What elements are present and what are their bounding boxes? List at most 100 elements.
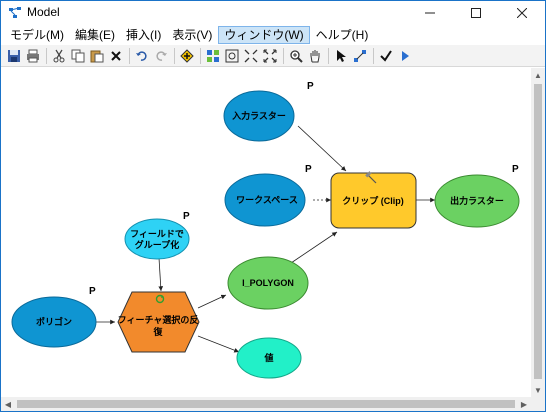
vertical-scrollbar[interactable]: ▲ ▼: [531, 68, 545, 397]
delete-icon: [111, 50, 121, 61]
node-input-raster[interactable]: 入力ラスター P: [223, 81, 314, 142]
node-input-raster-label: 入力ラスター: [231, 110, 286, 121]
minimize-icon: [425, 12, 435, 14]
node-polygon-label: ポリゴン: [36, 316, 72, 327]
copy-button[interactable]: [69, 47, 87, 65]
horizontal-scrollbar[interactable]: ◀ ▶: [1, 397, 531, 411]
select-button[interactable]: [332, 47, 350, 65]
model-window: Model モデル(M) 編集(E) 挿入(I) 表示(V) ウィンドウ(W) …: [0, 0, 546, 412]
select-icon: [337, 49, 346, 62]
node-polygon[interactable]: ポリゴン P: [11, 286, 97, 348]
full-extent-button[interactable]: [223, 47, 241, 65]
print-button[interactable]: [24, 47, 42, 65]
menu-insert[interactable]: 挿入(I): [121, 26, 166, 44]
validate-icon: [380, 49, 392, 62]
toolbar-separator: [373, 47, 374, 64]
menu-help[interactable]: ヘルプ(H): [311, 26, 374, 44]
cut-icon: [53, 49, 65, 62]
node-iterator-label-line2: 復: [152, 326, 163, 337]
connector-group-to-iterator: [158, 257, 164, 292]
paste-button[interactable]: [88, 47, 106, 65]
param-marker: P: [183, 211, 190, 222]
connect-icon: [354, 49, 366, 62]
node-group-by-field-label-line2: グループ化: [135, 239, 179, 250]
pan-icon: [310, 49, 320, 62]
window-title: Model: [27, 5, 60, 19]
node-value[interactable]: 値: [236, 337, 302, 379]
menu-edit[interactable]: 編集(E): [70, 26, 120, 44]
close-button[interactable]: [499, 1, 545, 25]
node-group-by-field[interactable]: フィールドで グループ化 P: [124, 211, 190, 260]
node-workspace[interactable]: ワークスペース P: [224, 164, 312, 227]
undo-icon: [136, 50, 147, 61]
scroll-right-arrow-icon[interactable]: ▶: [517, 397, 531, 411]
node-clip-tool[interactable]: クリップ (Clip): [330, 171, 417, 229]
close-icon: [517, 8, 527, 18]
zoom-in-button[interactable]: [287, 47, 305, 65]
auto-layout-button[interactable]: [204, 47, 222, 65]
scroll-up-arrow-icon[interactable]: ▲: [531, 68, 545, 82]
node-output-raster-label: 出力ラスター: [450, 195, 504, 206]
auto-layout-icon: [207, 49, 219, 62]
node-group-by-field-label-line1: フィールドで: [130, 229, 184, 239]
zoom-out-fixed-button[interactable]: [261, 47, 279, 65]
node-clip-tool-label: クリップ (Clip): [342, 195, 404, 206]
model-diagram[interactable]: 入力ラスター P ワークスペース P クリップ (Clip) 出力ラスター P …: [1, 68, 531, 397]
menu-view[interactable]: 表示(V): [167, 26, 217, 44]
param-marker: P: [307, 81, 314, 92]
paste-icon: [90, 50, 104, 62]
model-canvas[interactable]: 入力ラスター P ワークスペース P クリップ (Clip) 出力ラスター P …: [1, 68, 531, 397]
save-button[interactable]: [5, 47, 23, 65]
zoom-out-fixed-icon: [263, 49, 277, 62]
toolbar-separator: [46, 47, 47, 64]
toolbar-separator: [283, 47, 284, 64]
cut-button[interactable]: [50, 47, 68, 65]
scroll-down-arrow-icon[interactable]: ▼: [531, 383, 545, 397]
add-data-button[interactable]: [178, 47, 196, 65]
model-app-icon: [9, 7, 21, 18]
run-icon: [402, 50, 409, 61]
pan-button[interactable]: [306, 47, 324, 65]
param-marker: P: [512, 164, 519, 175]
full-extent-icon: [225, 49, 239, 62]
node-workspace-label: ワークスペース: [236, 195, 298, 205]
menu-bar: モデル(M) 編集(E) 挿入(I) 表示(V) ウィンドウ(W) ヘルプ(H): [1, 25, 545, 45]
redo-button[interactable]: [152, 47, 170, 65]
maximize-icon: [471, 8, 481, 18]
toolbar-separator: [129, 47, 130, 64]
copy-icon: [71, 49, 85, 62]
redo-icon: [156, 50, 167, 61]
vertical-scroll-thumb[interactable]: [534, 84, 542, 379]
param-marker: P: [305, 164, 312, 175]
maximize-button[interactable]: [453, 1, 499, 25]
horizontal-scroll-thumb[interactable]: [17, 400, 515, 408]
delete-button[interactable]: [107, 47, 125, 65]
toolbar-separator: [200, 47, 201, 64]
toolbar-separator: [174, 47, 175, 64]
print-icon: [27, 49, 39, 62]
run-button[interactable]: [396, 47, 414, 65]
node-i-polygon-label: I_POLYGON: [242, 278, 294, 288]
toolbar: [1, 45, 545, 67]
validate-button[interactable]: [377, 47, 395, 65]
node-iterate-feature-selection[interactable]: フィーチャ選択の反 復: [117, 291, 200, 353]
zoom-in-fixed-button[interactable]: [242, 47, 260, 65]
save-icon: [8, 49, 20, 62]
connector-ipolygon-to-clip: [290, 231, 338, 264]
node-value-label: 値: [263, 352, 273, 363]
menu-model[interactable]: モデル(M): [5, 26, 69, 44]
connector-iterator-to-ipolygon: [197, 294, 227, 309]
node-output-raster[interactable]: 出力ラスター P: [434, 164, 520, 228]
node-i-polygon[interactable]: I_POLYGON: [227, 256, 309, 310]
undo-button[interactable]: [133, 47, 151, 65]
toolbar-separator: [328, 47, 329, 64]
zoom-in-fixed-icon: [244, 49, 258, 62]
zoom-in-icon: [290, 49, 303, 63]
node-iterator-label-line1: フィーチャ選択の反: [118, 314, 199, 325]
minimize-button[interactable]: [407, 1, 453, 25]
param-marker: P: [89, 286, 96, 297]
menu-window[interactable]: ウィンドウ(W): [218, 26, 310, 44]
title-bar[interactable]: Model: [1, 1, 545, 25]
connect-button[interactable]: [351, 47, 369, 65]
scroll-left-arrow-icon[interactable]: ◀: [1, 397, 15, 411]
